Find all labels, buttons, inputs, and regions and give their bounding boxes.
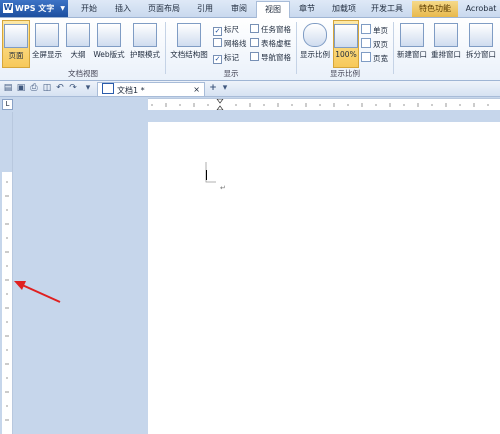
ruler-checkbox[interactable]: ✓ 标尺 [213, 24, 239, 36]
split-window-icon [469, 23, 493, 47]
tab-review[interactable]: 审阅 [224, 1, 254, 17]
print-icon[interactable]: ⎙ [29, 83, 39, 93]
arrange-window-icon [434, 23, 458, 47]
web-layout-button[interactable]: Web版式 [92, 20, 126, 66]
group-label-doc-view: 文档视图 [68, 69, 98, 78]
checkbox-icon [250, 24, 259, 33]
new-tab-button[interactable]: + [208, 83, 218, 93]
vertical-ruler[interactable] [2, 112, 13, 434]
ribbon: 页面 全屏显示 大纲 Web版式 护眼模式 文档视图 文档结构图 ✓ 标尺 网格线… [0, 18, 500, 81]
tab-acrobat[interactable]: Acrobat [462, 1, 500, 17]
outline-button[interactable]: 大纲 [66, 20, 90, 66]
new-window-icon [400, 23, 424, 47]
two-page-button[interactable]: 双页 [361, 38, 388, 49]
tab-stop-selector[interactable]: L [2, 99, 13, 110]
web-layout-icon [97, 23, 121, 47]
new-window-button[interactable]: 新建窗口 [396, 20, 428, 66]
tab-developer[interactable]: 开发工具 [366, 1, 408, 17]
undo-icon[interactable]: ↶ [55, 83, 65, 93]
open-icon[interactable]: ▤ [3, 83, 13, 93]
page-width-icon [361, 52, 371, 62]
arrange-window-button[interactable]: 重排窗口 [430, 20, 462, 66]
zoom-button[interactable]: 显示比例 [299, 20, 331, 66]
menu-bar: W WPS 文字 ▼ 开始 插入 页面布局 引用 审阅 视图 章节 加载项 开发工具… [0, 0, 500, 18]
page-view-button[interactable]: 页面 [2, 20, 30, 68]
tab-list-chevron-icon[interactable]: ▾ [220, 83, 230, 93]
document-tab-title: 文档1 * [117, 86, 145, 95]
app-menu-button[interactable]: W WPS 文字 ▼ [0, 0, 68, 17]
markup-checkbox[interactable]: ✓ 标记 [213, 52, 239, 64]
group-divider [165, 22, 166, 74]
doc-structure-button[interactable]: 文档结构图 [168, 20, 210, 66]
outline-icon [66, 23, 90, 47]
magnifier-icon [303, 23, 327, 47]
document-tab-bar: ▤ ▣ ⎙ ◫ ↶ ↷ ▾ 文档1 * × + ▾ [0, 81, 500, 97]
checkbox-icon [250, 38, 259, 47]
table-gridlines-checkbox[interactable]: 表格虚框 [250, 38, 291, 50]
page-view-icon [4, 24, 28, 48]
task-pane-checkbox[interactable]: 任务窗格 [250, 24, 291, 36]
tab-addins[interactable]: 加载项 [326, 1, 362, 17]
eye-care-button[interactable]: 护眼模式 [128, 20, 162, 66]
quick-access-menu-icon[interactable]: ▾ [83, 83, 93, 93]
document-page[interactable]: ↵ [148, 122, 500, 434]
nav-pane-checkbox[interactable]: 导航窗格 [250, 52, 291, 64]
checkbox-checked-icon: ✓ [213, 27, 222, 36]
group-label-show: 显示 [223, 69, 239, 78]
tab-insert[interactable]: 插入 [108, 1, 138, 17]
single-page-icon [361, 24, 371, 34]
tab-chapter[interactable]: 章节 [292, 1, 322, 17]
chevron-down-icon: ▼ [60, 5, 65, 12]
group-label-zoom: 显示比例 [330, 69, 360, 78]
eye-care-icon [133, 23, 157, 47]
doc-structure-icon [177, 23, 201, 47]
text-cursor [206, 170, 207, 180]
two-page-icon [361, 38, 371, 48]
redo-icon[interactable]: ↷ [68, 83, 78, 93]
close-tab-icon[interactable]: × [193, 83, 200, 96]
tab-page-layout[interactable]: 页面布局 [142, 1, 186, 17]
gridlines-checkbox[interactable]: 网格线 [213, 38, 247, 50]
margin-corner-mark: ↵ [205, 162, 226, 192]
tab-view[interactable]: 视图 [256, 1, 290, 18]
group-divider [296, 22, 297, 74]
app-name: WPS 文字 [15, 4, 55, 13]
fullscreen-button[interactable]: 全屏显示 [30, 20, 64, 66]
document-icon [102, 83, 114, 94]
zoom-100-icon [334, 24, 358, 48]
fullscreen-icon [35, 23, 59, 47]
single-page-button[interactable]: 单页 [361, 24, 388, 35]
wps-logo-icon: W [3, 3, 13, 13]
svg-text:↵: ↵ [220, 184, 226, 192]
tab-special-features[interactable]: 特色功能 [412, 1, 458, 17]
checkbox-icon [250, 52, 259, 61]
document-tab[interactable]: 文档1 * × [97, 82, 205, 96]
checkbox-checked-icon: ✓ [213, 55, 222, 64]
group-divider [393, 22, 394, 74]
ruler-ticks [2, 112, 12, 421]
save-icon[interactable]: ▣ [16, 83, 26, 93]
checkbox-icon [213, 38, 222, 47]
tab-home[interactable]: 开始 [74, 1, 104, 17]
annotation-arrow-icon [14, 281, 61, 303]
zoom-100-button[interactable]: 100% [333, 20, 359, 68]
page-width-button[interactable]: 页宽 [361, 52, 388, 63]
split-window-button[interactable]: 拆分窗口 [464, 20, 498, 66]
preview-icon[interactable]: ◫ [42, 83, 52, 93]
ruler-ticks [151, 99, 489, 110]
tab-references[interactable]: 引用 [190, 1, 220, 17]
